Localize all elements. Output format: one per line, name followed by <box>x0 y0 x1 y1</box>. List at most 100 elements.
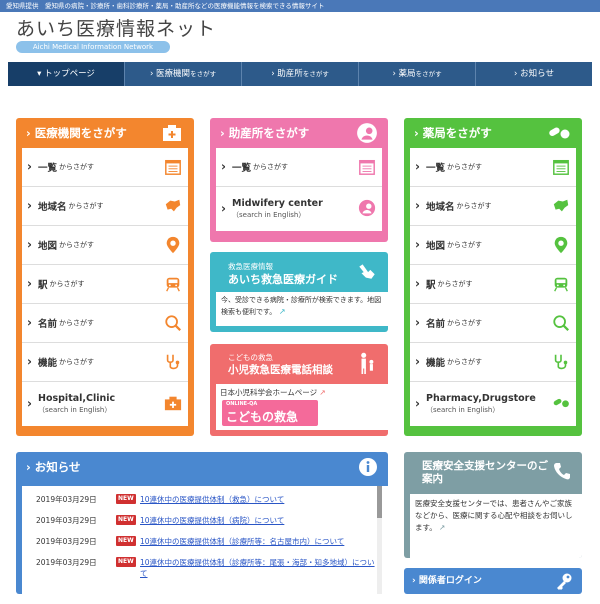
child-link[interactable]: 日本小児科学会ホームページ ↗ <box>220 387 326 398</box>
map-pin-icon <box>166 236 180 254</box>
pharmacy-panel: › 薬局をさがす 一覧からさがす 地域名からさがす 地図からさがす 駅からさがす… <box>404 118 582 436</box>
english-label-block: Hospital,Clinic （search in English） <box>38 393 115 415</box>
nav-medical[interactable]: › 医療機関をさがす <box>125 62 242 86</box>
pills-icon <box>553 398 569 408</box>
row-small: からさがす <box>447 163 483 171</box>
safety-desc-box: 医療安全支援センターでは、患者さんやご家族などから、医療に関する心配や相談をお伺… <box>410 494 582 558</box>
nav-midwife-small: をさがす <box>302 70 329 78</box>
midwife-rows: 一覧からさがす Midwifery center （search in Engli… <box>216 148 382 231</box>
news-scrollbar[interactable] <box>377 486 382 594</box>
midwife-row-list[interactable]: 一覧からさがす <box>216 148 382 187</box>
midwife-header: › 助産所をさがす <box>210 118 388 148</box>
pointing-hand-icon <box>359 264 375 279</box>
pharmacy-row-area[interactable]: 地域名からさがす <box>410 187 576 226</box>
site-subtitle: Aichi Medical Information Network <box>16 41 170 53</box>
english-label: Hospital,Clinic <box>38 393 116 404</box>
emergency-desc: 今、受診できる病院・診療所が検索できます。地図検索も便利です。 <box>221 296 382 316</box>
nav-top-label: トップページ <box>44 69 95 79</box>
news-scrollbar-thumb[interactable] <box>377 486 382 518</box>
row-label: 一覧 <box>38 163 58 174</box>
banner-text: こどもの救急 <box>226 410 299 424</box>
medical-row-map[interactable]: 地図からさがす <box>22 226 188 265</box>
row-label: 一覧 <box>232 163 252 174</box>
nav-medical-label: 医療機関 <box>156 69 191 79</box>
nav-top[interactable]: ▾ トップページ <box>8 62 125 86</box>
pills-icon <box>549 127 570 139</box>
english-label: Midwifery center <box>232 198 323 209</box>
row-label: 地図 <box>426 241 446 252</box>
top-strip: 愛知県提供 愛知県の病院・診療所・歯科診療所・薬局・助産所などの医療機能情報を検… <box>0 0 600 12</box>
row-small: からさがす <box>59 163 95 171</box>
row-label: 地図 <box>38 241 58 252</box>
medical-row-area[interactable]: 地域名からさがす <box>22 187 188 226</box>
row-label: 機能 <box>38 358 58 369</box>
login-label: › 関係者ログイン <box>412 576 482 586</box>
news-link[interactable]: 10連休中の医療提供体制（診療所等：尾張・海部・知多地域）について <box>140 557 376 579</box>
news-item: 2019年03月29日 NEW 10連休中の医療提供体制（病院）について <box>22 510 388 531</box>
external-link-icon: ↗ <box>317 388 326 397</box>
nav-news[interactable]: › お知らせ <box>476 62 592 86</box>
login-button[interactable]: › 関係者ログイン <box>404 568 582 594</box>
stethoscope-icon <box>554 354 568 370</box>
nav-pharmacy[interactable]: › 薬局をさがす <box>359 62 476 86</box>
emergency-title: あいち救急医療ガイド <box>228 273 338 286</box>
pharmacy-row-name[interactable]: 名前からさがす <box>410 304 576 343</box>
list-icon <box>553 159 569 175</box>
row-small: からさがす <box>447 241 483 249</box>
site-title: あいち医療情報ネット <box>16 18 217 40</box>
safety-card[interactable]: 医療安全支援センターのご案内 医療安全支援センターでは、患者さんやご家族などから… <box>404 452 582 558</box>
pharmacy-row-station[interactable]: 駅からさがす <box>410 265 576 304</box>
child-link-box: 日本小児科学会ホームページ ↗ ONLINE-QA こどもの救急 <box>216 384 388 430</box>
global-nav: ▾ トップページ › 医療機関をさがす › 助産所をさがす › 薬局をさがす ›… <box>8 62 592 86</box>
pharmacy-row-english[interactable]: Pharmacy,Drugstore （search in English） <box>410 382 576 426</box>
row-small: からさがす <box>456 202 492 210</box>
medical-row-english[interactable]: Hospital,Clinic （search in English） <box>22 382 188 426</box>
row-small: からさがす <box>253 163 289 171</box>
nav-midwife[interactable]: › 助産所をさがす <box>242 62 359 86</box>
login-label-text: 関係者ログイン <box>418 576 482 586</box>
medical-row-list[interactable]: 一覧からさがす <box>22 148 188 187</box>
news-item: 2019年03月29日 NEW 10連休中の医療提供体制（診療所等：名古屋市内）につ… <box>22 531 388 552</box>
news-date: 2019年03月29日 <box>36 495 97 504</box>
medical-header: › 医療機関をさがす <box>16 118 194 148</box>
row-small: からさがす <box>59 241 95 249</box>
medical-row-function[interactable]: 機能からさがす <box>22 343 188 382</box>
midwife-title: 助産所をさがす <box>228 126 310 140</box>
stethoscope-icon <box>166 354 180 370</box>
medical-panel: › 医療機関をさがす 一覧からさがす 地域名からさがす 地図からさがす 駅からさ… <box>16 118 194 436</box>
news-link[interactable]: 10連休中の医療提供体制（救急）について <box>140 489 284 510</box>
nav-midwife-label: 助産所 <box>277 69 303 79</box>
mother-baby-icon <box>358 199 376 217</box>
nav-pharmacy-small: をさがす <box>415 70 442 78</box>
midwife-panel: › 助産所をさがす 一覧からさがす Midwifery center （searc… <box>210 118 388 242</box>
medical-row-name[interactable]: 名前からさがす <box>22 304 188 343</box>
pharmacy-row-function[interactable]: 機能からさがす <box>410 343 576 382</box>
midwife-row-english[interactable]: Midwifery center （search in English） <box>216 187 382 231</box>
emergency-guide-card[interactable]: 救急医療情報 あいち救急医療ガイド 今、受診できる病院・診療所が検索できます。地… <box>210 252 388 332</box>
top-strip-text: 愛知県提供 愛知県の病院・診療所・歯科診療所・薬局・助産所などの医療機能情報を検… <box>6 2 325 10</box>
pharmacy-row-map[interactable]: 地図からさがす <box>410 226 576 265</box>
mother-baby-icon <box>357 123 377 143</box>
pharmacy-row-list[interactable]: 一覧からさがす <box>410 148 576 187</box>
row-small: からさがす <box>59 319 95 327</box>
child-banner[interactable]: ONLINE-QA こどもの救急 <box>222 400 318 426</box>
news-date: 2019年03月29日 <box>36 516 97 525</box>
row-small: からさがす <box>447 319 483 327</box>
hospital-icon <box>164 396 182 411</box>
row-label: 駅 <box>426 280 436 291</box>
hospital-icon <box>163 125 181 141</box>
row-small: からさがす <box>437 280 473 288</box>
news-link[interactable]: 10連休中の医療提供体制（病院）について <box>140 510 284 531</box>
child-emergency-card: こどもの救急 小児救急医療電話相談 日本小児科学会ホームページ ↗ ONLINE… <box>210 344 388 436</box>
new-badge: NEW <box>116 494 136 504</box>
news-date: 2019年03月29日 <box>36 558 97 567</box>
news-link[interactable]: 10連休中の医療提供体制（診療所等：名古屋市内）について <box>140 531 344 552</box>
row-label: 名前 <box>426 319 446 330</box>
medical-row-station[interactable]: 駅からさがす <box>22 265 188 304</box>
external-link-icon: ↗ <box>436 523 446 532</box>
news-item: 2019年03月29日 NEW 10連休中の医療提供体制（救急）について <box>22 489 388 510</box>
news-item: 2019年03月29日 NEW 10連休中の医療提供体制（診療所等：尾張・海部・知多… <box>22 552 388 582</box>
news-date: 2019年03月29日 <box>36 537 97 546</box>
site-logo[interactable]: あいち医療情報ネット Aichi Medical Information Net… <box>16 18 216 53</box>
child-link-text: 日本小児科学会ホームページ <box>220 388 318 397</box>
